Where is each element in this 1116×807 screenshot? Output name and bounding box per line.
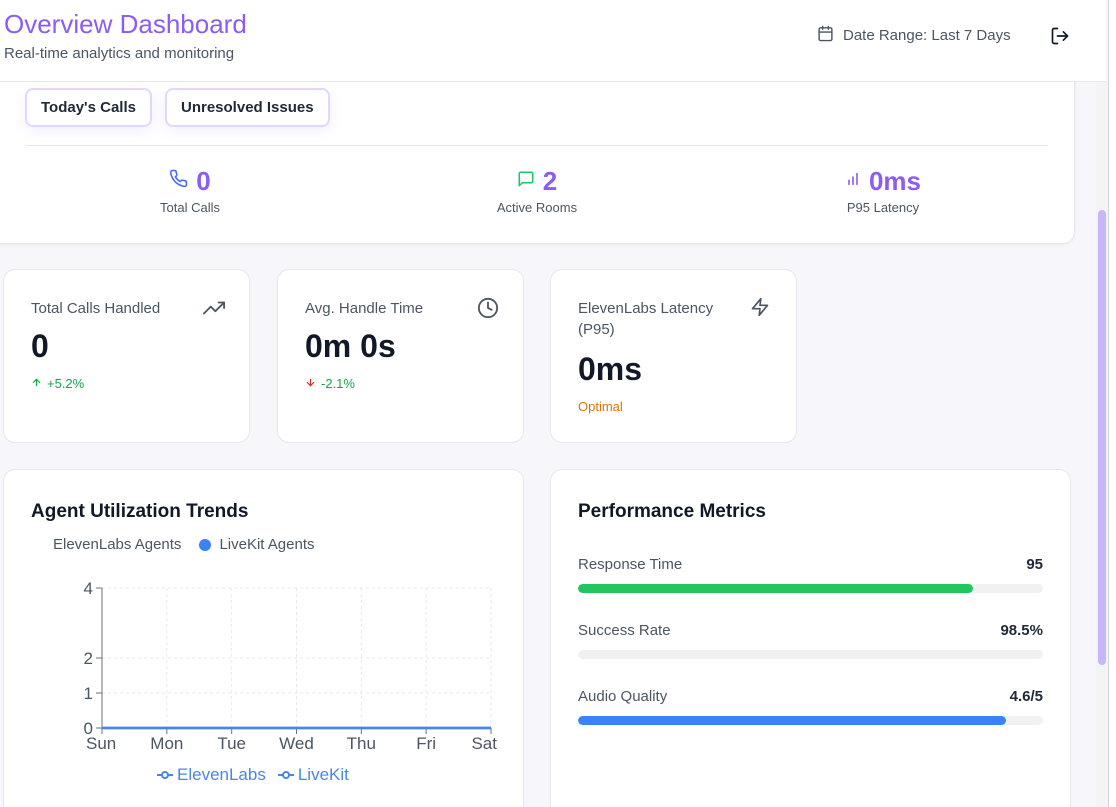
- clock-icon: [477, 297, 499, 319]
- metric-response-time-label: Response Time: [578, 556, 683, 573]
- legend-livekit-dot: [199, 538, 212, 551]
- x-tick-label: Mon: [150, 734, 183, 753]
- legend-livekit-label: LiveKit: [297, 765, 349, 784]
- summary-card: [0, 62, 1075, 244]
- x-tick-label: Sun: [86, 734, 116, 753]
- metric-response-time-value: 95: [1026, 556, 1043, 573]
- kpi-label: Avg. Handle Time: [305, 300, 424, 317]
- kpi-label: Total Calls Handled: [31, 300, 161, 317]
- page-title: Overview Dashboard: [4, 9, 247, 39]
- date-range-button[interactable]: Date Range: Last 7 Days: [817, 25, 1011, 46]
- window-edge: [1108, 0, 1116, 807]
- line-marker-icon: [277, 771, 294, 779]
- y-tick-label: 4: [84, 579, 93, 598]
- metric-audio-quality-value: 4.6/5: [1009, 688, 1043, 705]
- kpi-value: 0: [31, 328, 49, 364]
- x-tick-label: Tue: [217, 734, 246, 753]
- arrow-up-icon: [31, 376, 42, 391]
- phone-icon: [169, 169, 188, 193]
- total-calls-value: 0: [196, 165, 211, 196]
- kpi-total-calls-handled: Total Calls Handled 0 +5.2%: [3, 269, 250, 443]
- kpi-status: Optimal: [578, 399, 623, 414]
- performance-title: Performance Metrics: [578, 501, 766, 522]
- kpi-delta: +5.2%: [31, 376, 84, 391]
- x-tick-label: Fri: [416, 734, 436, 753]
- metric-success-rate-bar: [578, 650, 1043, 659]
- trending-up-icon: [203, 297, 225, 319]
- legend-elevenlabs-agents[interactable]: ElevenLabs Agents: [53, 536, 181, 553]
- zap-icon: [750, 297, 772, 319]
- legend-elevenlabs-label: ElevenLabs: [177, 765, 266, 784]
- line-marker-icon: [157, 771, 173, 779]
- kpi-value: 0ms: [578, 351, 643, 387]
- legend-livekit-agents[interactable]: LiveKit Agents: [219, 536, 314, 553]
- legend-livekit[interactable]: LiveKit: [277, 765, 349, 785]
- filter-todays-calls[interactable]: Today's Calls: [25, 88, 152, 127]
- kpi-label: ElevenLabs Latency (P95): [578, 300, 714, 338]
- y-tick-label: 2: [84, 649, 93, 668]
- chart-legend-bottom: ElevenLabs LiveKit: [157, 765, 349, 785]
- kpi-delta-value: -2.1%: [321, 376, 355, 391]
- logout-icon[interactable]: [1050, 26, 1070, 46]
- arrow-down-icon: [305, 376, 316, 391]
- metric-success-rate-label: Success Rate: [578, 622, 671, 639]
- scrollbar-thumb[interactable]: [1098, 210, 1106, 665]
- stat-active-rooms: 2 Active Rooms: [427, 165, 647, 216]
- x-tick-label: Thu: [347, 734, 376, 753]
- page-subtitle: Real-time analytics and monitoring: [4, 45, 235, 62]
- legend-elevenlabs[interactable]: ElevenLabs: [157, 765, 266, 785]
- kpi-delta: -2.1%: [305, 376, 355, 391]
- stat-p95-latency: 0ms P95 Latency: [773, 165, 993, 216]
- kpi-elevenlabs-latency: ElevenLabs Latency (P95) 0ms Optimal: [550, 269, 797, 443]
- total-calls-label: Total Calls: [160, 200, 220, 215]
- message-square-icon: [517, 170, 535, 193]
- kpi-delta-value: +5.2%: [47, 376, 85, 391]
- metric-success-rate-value: 98.5%: [1000, 622, 1043, 639]
- p95-latency-label: P95 Latency: [846, 200, 920, 215]
- metric-audio-quality-label: Audio Quality: [578, 688, 668, 705]
- y-tick-label: 1: [84, 684, 93, 703]
- filter-unresolved-issues[interactable]: Unresolved Issues: [165, 88, 330, 127]
- metric-audio-quality-bar: [578, 716, 1043, 725]
- x-tick-label: Wed: [279, 734, 314, 753]
- p95-latency-value: 0ms: [868, 165, 922, 196]
- page-header: Overview Dashboard Real-time analytics a…: [0, 0, 1106, 82]
- metric-response-time-bar: [578, 584, 1043, 593]
- active-rooms-label: Active Rooms: [496, 200, 578, 215]
- kpi-value: 0m 0s: [305, 328, 396, 364]
- calendar-icon: [817, 25, 834, 46]
- chart-legend-top: ElevenLabs Agents LiveKit Agents: [53, 536, 315, 553]
- summary-divider: [25, 145, 1048, 146]
- metric-bar-fill: [578, 584, 974, 593]
- active-rooms-value: 2: [542, 165, 558, 196]
- utilization-chart: 0124Sun Mon Tue Wed Thu Fri Sat: [84, 579, 498, 753]
- metric-bar-fill: [578, 716, 1006, 725]
- signal-icon: [845, 171, 861, 192]
- date-range-label: Date Range: Last 7 Days: [843, 27, 1011, 44]
- x-tick-label: Sat: [471, 734, 497, 753]
- kpi-avg-handle-time: Avg. Handle Time 0m 0s -2.1%: [277, 269, 524, 443]
- stat-total-calls: 0 Total Calls: [80, 165, 300, 216]
- utilization-title: Agent Utilization Trends: [31, 501, 249, 522]
